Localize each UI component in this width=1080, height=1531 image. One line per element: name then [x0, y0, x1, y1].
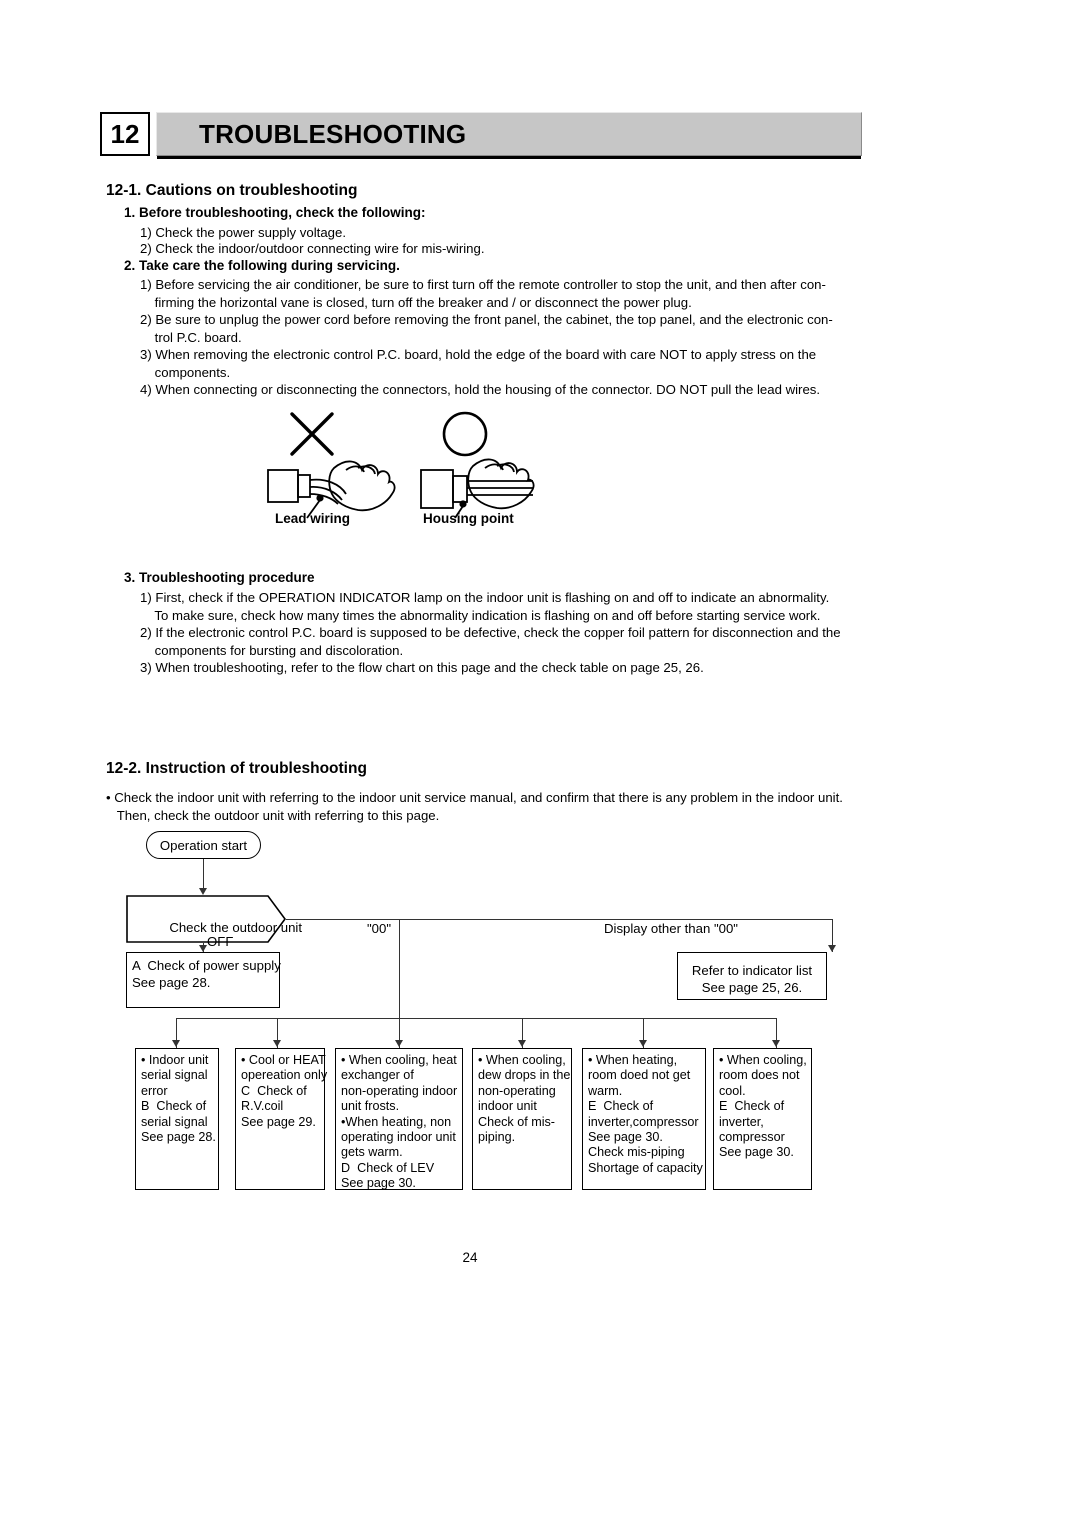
page-number: 24: [462, 1250, 478, 1265]
arrow-drop-3: [395, 1040, 403, 1047]
flow-node-operation-start: Operation start: [146, 831, 261, 859]
document-page: 12 TROUBLESHOOTING 12-1. Cautions on tro…: [0, 0, 1080, 1531]
flow-leaf-branch-mis-piping: • When cooling, dew drops in the non-ope…: [472, 1048, 572, 1190]
flow-node-indicator-list-line-1: Refer to indicator list: [691, 963, 813, 978]
branch-d-line-8: D Check of LEV: [341, 1160, 435, 1175]
arrow-drop-4: [518, 1040, 526, 1047]
branch-d-line-1: • When cooling, heat: [341, 1053, 457, 1067]
flow-leaf-branch-e-cooling: • When cooling, room does not cool. E Ch…: [713, 1048, 812, 1190]
arrow-drop-6: [772, 1040, 780, 1047]
arrow-start-to-decision: [199, 888, 207, 895]
branch-e-cooling-line-2: room does not: [719, 1068, 800, 1083]
branch-e-heating-line-2: room doed not get: [588, 1068, 691, 1083]
branch-c-line-2: opereation only: [241, 1068, 328, 1083]
flow-leaf-branch-b: • Indoor unit serial signal error B Chec…: [135, 1048, 219, 1190]
flow-node-a-check-power-supply: A Check of power supply See page 28.: [126, 952, 281, 1008]
flow-leaf-branch-d: • When cooling, heat exchanger of non-op…: [335, 1048, 463, 1190]
flow-leaf-branch-e-heating: • When heating, room doed not get warm. …: [582, 1048, 706, 1190]
branch-e-cooling-line-3: cool.: [719, 1083, 746, 1098]
branch-d-line-3: non-operating indoor: [341, 1083, 458, 1098]
branch-e-heating-line-6: See page 30.: [588, 1130, 663, 1145]
branch-e-cooling-line-6: compressor: [719, 1130, 785, 1145]
edge-spine-horizontal: [286, 919, 832, 920]
branch-mis-piping-line-4: indoor unit: [478, 1099, 537, 1114]
branch-d-line-5: •When heating, non: [341, 1114, 452, 1129]
branch-e-cooling-line-7: See page 30.: [719, 1145, 794, 1160]
branch-e-heating-line-3: warm.: [588, 1083, 623, 1098]
branch-e-heating-line-8: Shortage of capacity: [588, 1160, 703, 1175]
branch-b-line-3: error: [141, 1083, 168, 1098]
branch-d-line-4: unit frosts.: [341, 1099, 400, 1114]
branch-c-line-5: See page 29.: [241, 1114, 316, 1129]
arrow-decision-to-a: [199, 945, 207, 952]
branch-mis-piping-line-5: Check of mis-: [478, 1114, 555, 1129]
branch-e-heating-line-1: • When heating,: [588, 1053, 678, 1067]
edge-distribution-bus: [176, 1018, 776, 1019]
edge-label-00: "00": [367, 921, 392, 936]
branch-e-heating-line-5: inverter,compressor: [588, 1114, 699, 1129]
branch-b-line-1: • Indoor unit: [141, 1053, 209, 1067]
branch-c-line-4: R.V.coil: [241, 1099, 284, 1114]
branch-e-heating-line-7: Check mis-piping: [588, 1145, 685, 1160]
branch-b-line-5: serial signal: [141, 1114, 208, 1129]
branch-mis-piping-line-2: dew drops in the: [478, 1068, 571, 1083]
branch-d-line-6: operating indoor unit: [341, 1130, 456, 1145]
branch-mis-piping-line-1: • When cooling,: [478, 1053, 566, 1067]
flow-node-a-line-2: See page 28.: [132, 975, 211, 990]
branch-e-heating-line-4: E Check of: [588, 1099, 654, 1114]
flow-node-check-led-indicator: Check the outdoor unit LED indicator: [126, 895, 302, 969]
flow-leaf-branch-c: • Cool or HEAT opereation only C Check o…: [235, 1048, 328, 1190]
branch-d-line-7: gets warm.: [341, 1145, 403, 1160]
branch-mis-piping-line-6: piping.: [478, 1130, 516, 1145]
edge-label-display-other: Display other than "00": [604, 921, 738, 936]
edge-00-vertical: [399, 919, 400, 1029]
branch-mis-piping-line-3: non-operating: [478, 1083, 556, 1098]
branch-c-line-3: C Check of: [241, 1083, 307, 1098]
branch-d-line-9: See page 30.: [341, 1176, 416, 1191]
branch-e-cooling-line-1: • When cooling,: [719, 1053, 807, 1067]
arrow-other-to-indicator-list: [828, 945, 836, 952]
flow-node-a-line-1: A Check of power supply: [132, 958, 281, 973]
branch-b-line-4: B Check of: [141, 1099, 207, 1114]
arrow-drop-2: [273, 1040, 281, 1047]
flow-node-refer-indicator-list: Refer to indicator list See page 25, 26.: [677, 952, 827, 1000]
branch-b-line-2: serial signal: [141, 1068, 208, 1083]
flow-node-indicator-list-line-2: See page 25, 26.: [701, 980, 803, 995]
branch-c-line-1: • Cool or HEAT: [241, 1053, 326, 1067]
branch-d-line-2: exchanger of: [341, 1068, 414, 1083]
branch-e-cooling-line-5: inverter,: [719, 1114, 764, 1129]
troubleshooting-flowchart: Operation start Check the outdoor unit L…: [0, 0, 1080, 1531]
arrow-drop-5: [639, 1040, 647, 1047]
branch-b-line-6: See page 28.: [141, 1130, 216, 1145]
branch-e-cooling-line-4: E Check of: [719, 1099, 785, 1114]
edge-label-off: OFF: [207, 934, 234, 949]
arrow-drop-1: [172, 1040, 180, 1047]
edge-start-to-decision: [203, 859, 204, 890]
